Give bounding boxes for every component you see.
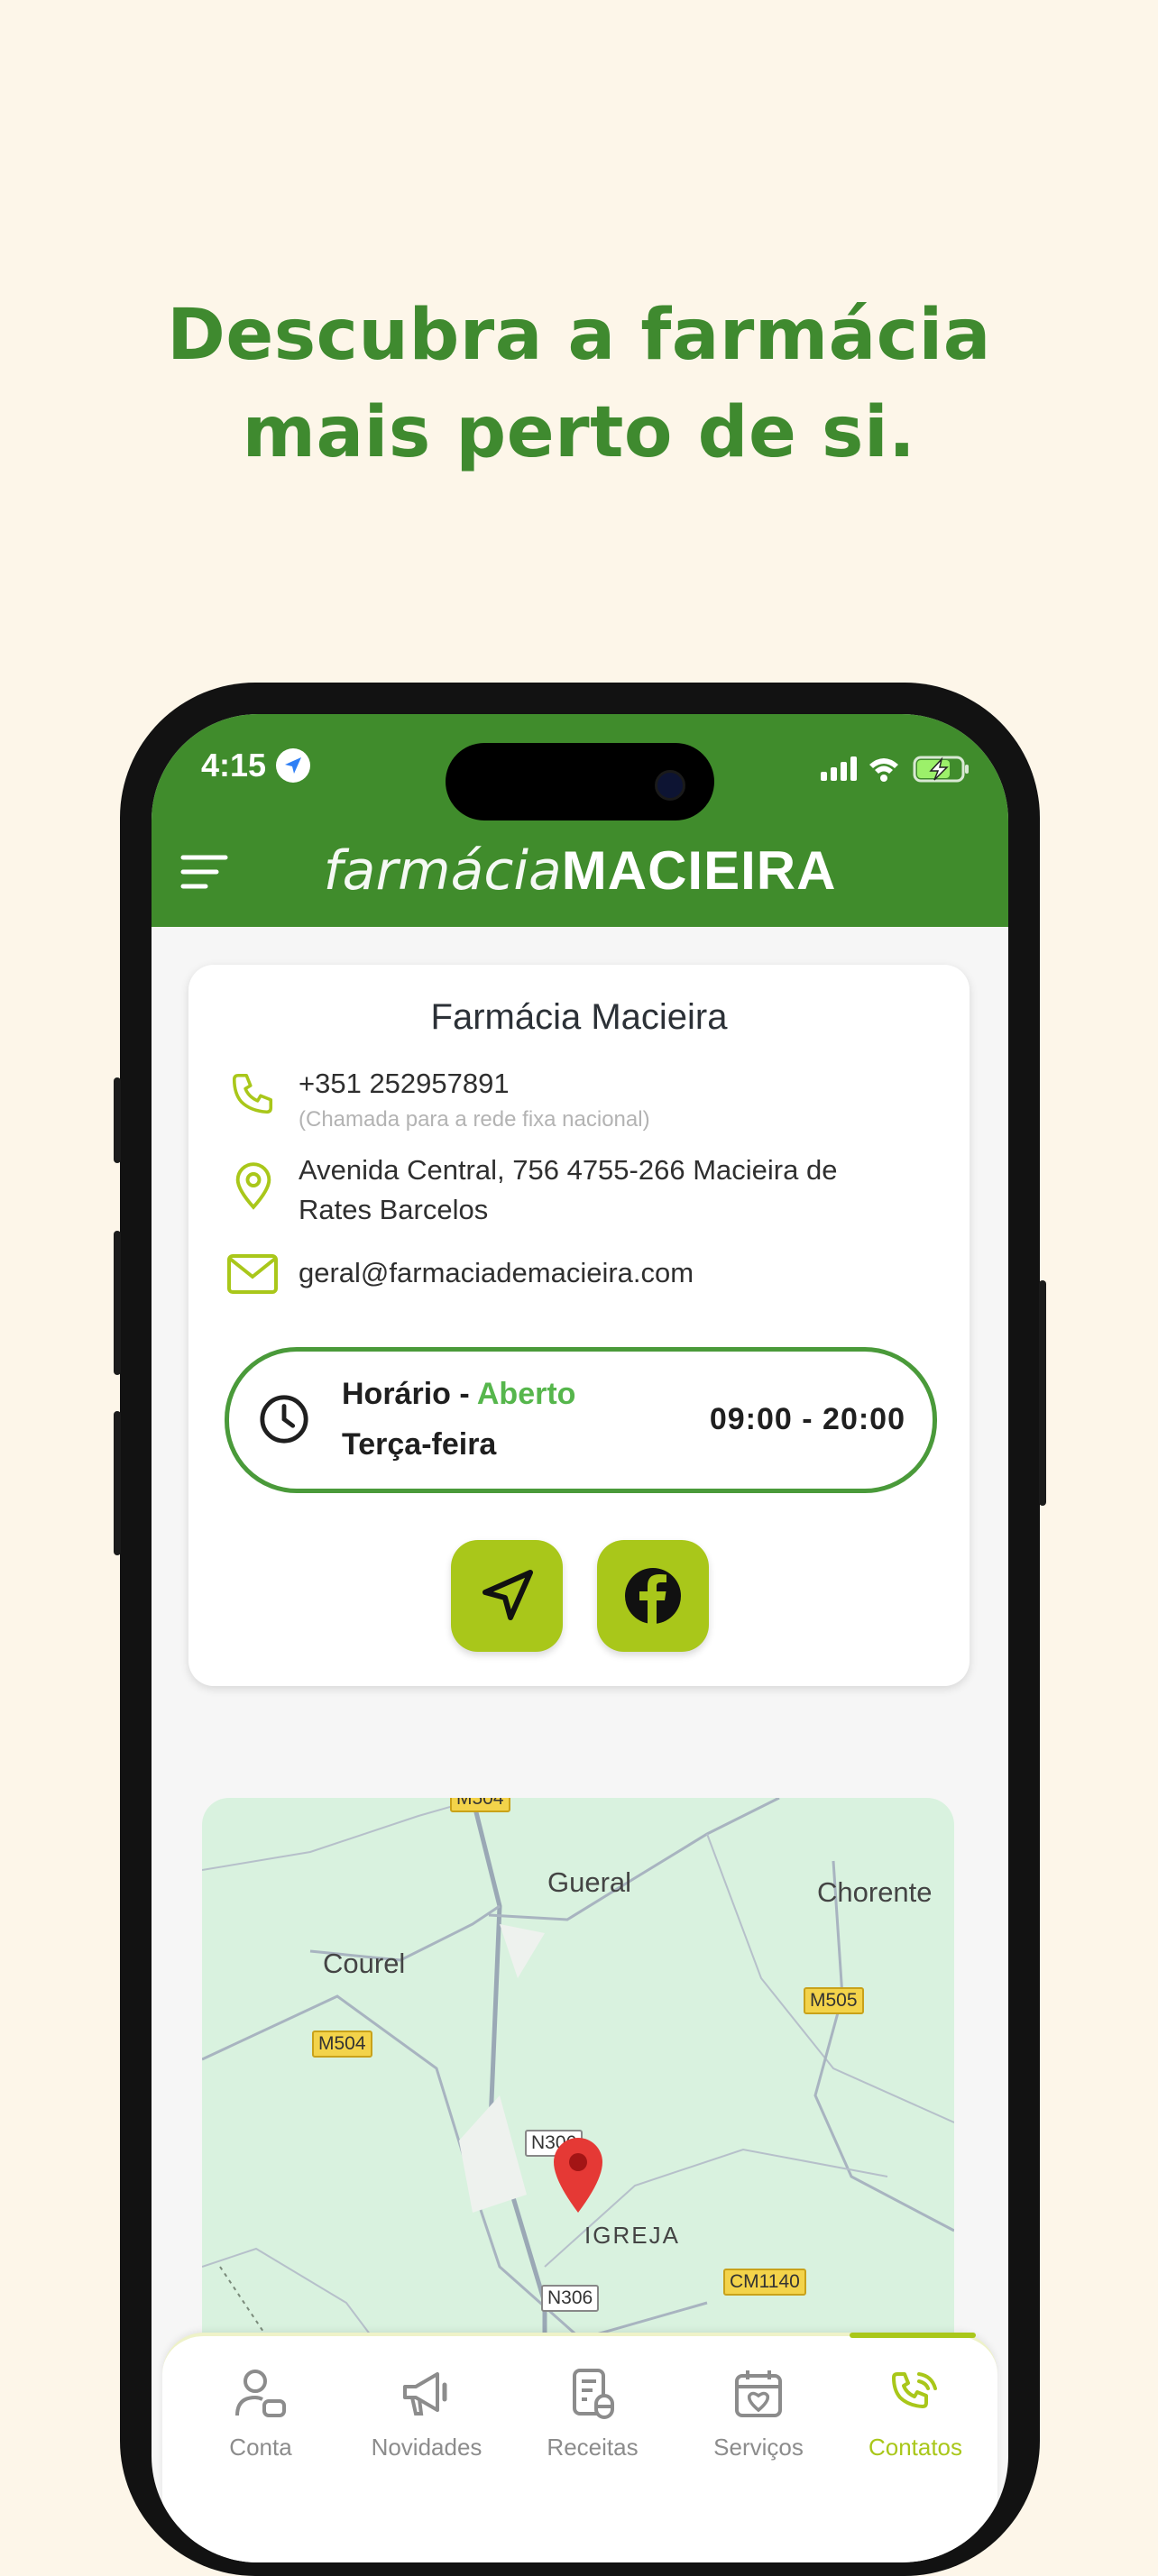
pharmacy-phone[interactable]: +351 252957891 — [299, 1064, 510, 1104]
hours-day: Terça-feira — [342, 1427, 497, 1462]
location-arrow-icon — [276, 748, 310, 783]
hours-label: Horário - Aberto — [342, 1377, 575, 1412]
app-header: 4:15 farmáciaMACIEIRA — [152, 714, 1008, 927]
road-tag-m504-left: M504 — [312, 2031, 372, 2058]
location-pin-icon — [230, 1160, 277, 1215]
brand-logo: farmáciaMACIEIRA — [152, 839, 1008, 903]
tab-servicos[interactable]: Serviços — [682, 2367, 835, 2461]
road-tag-n306-bottom: N306 — [541, 2285, 600, 2312]
app-screen: 4:15 farmáciaMACIEIRA Farmácia Macieira … — [152, 714, 1008, 2562]
headline-line-2: mais perto de si. — [242, 392, 916, 473]
phone-side-button — [114, 1077, 121, 1163]
wifi-icon — [869, 758, 898, 782]
hours-label-text: Horário - — [342, 1377, 477, 1411]
megaphone-icon — [403, 2372, 447, 2416]
navigation-arrow-icon — [482, 1570, 533, 1620]
map-label-chorente: Chorente — [817, 1876, 933, 1908]
status-time: 4:15 — [201, 747, 267, 784]
map-view[interactable]: Gueral Chorente Courel IGREJA M504 M505 … — [202, 1798, 954, 2375]
map-pin-icon[interactable] — [548, 2133, 608, 2218]
directions-button[interactable] — [451, 1540, 563, 1652]
headline: Descubra a farmácia mais perto de si. — [0, 287, 1158, 481]
phone-icon[interactable] — [228, 1069, 277, 1122]
mail-icon — [226, 1253, 279, 1298]
address-line-1: Avenida Central, 756 4755-266 Macieira d… — [299, 1154, 838, 1186]
calendar-heart-icon — [735, 2370, 782, 2417]
road-tag-cm1140: CM1140 — [723, 2269, 806, 2296]
tab-receitas[interactable]: Receitas — [516, 2367, 669, 2461]
tab-novidades[interactable]: Novidades — [350, 2367, 503, 2461]
bottom-tab-bar: Conta Novidades Receitas Serviços Contat… — [162, 2333, 997, 2562]
headline-line-1: Descubra a farmácia — [167, 295, 991, 376]
map-label-courel: Courel — [323, 1948, 406, 1979]
active-tab-indicator — [850, 2333, 976, 2338]
pharmacy-address[interactable]: Avenida Central, 756 4755-266 Macieira d… — [299, 1150, 837, 1230]
pharmacy-name: Farmácia Macieira — [430, 997, 728, 1037]
phone-note: (Chamada para a rede fixa nacional) — [299, 1107, 650, 1132]
tab-label-conta: Conta — [229, 2434, 292, 2461]
account-icon — [235, 2370, 286, 2417]
battery-charging-icon — [913, 756, 969, 783]
phone-power-button — [1039, 1280, 1046, 1506]
road-tag-m505: M505 — [804, 1987, 864, 2014]
signal-icon — [821, 756, 857, 781]
open-status: Aberto — [476, 1377, 576, 1411]
tab-label-servicos: Serviços — [713, 2434, 804, 2461]
facebook-button[interactable] — [597, 1540, 709, 1652]
map-label-gueral: Gueral — [547, 1866, 632, 1898]
pharmacy-email[interactable]: geral@farmaciademacieira.com — [299, 1253, 694, 1293]
tab-label-contatos: Contatos — [868, 2434, 963, 2461]
address-line-2: Rates Barcelos — [299, 1194, 489, 1225]
map-label-igreja: IGREJA — [584, 2222, 680, 2249]
status-icons — [821, 754, 974, 790]
tab-label-receitas: Receitas — [547, 2434, 639, 2461]
tab-contatos[interactable]: Contatos — [839, 2367, 992, 2461]
phone-volume-down-button — [114, 1411, 121, 1555]
hours-range: 09:00 - 20:00 — [709, 1402, 905, 1436]
phone-volume-up-button — [114, 1231, 121, 1375]
tab-conta[interactable]: Conta — [184, 2367, 337, 2461]
opening-hours-panel: Horário - Aberto Terça-feira 09:00 - 20:… — [225, 1347, 937, 1493]
phone-ringing-icon — [892, 2372, 937, 2408]
brand-logo-light: farmácia — [323, 839, 562, 903]
facebook-icon — [625, 1568, 681, 1625]
prescription-icon — [573, 2369, 614, 2419]
clock-icon — [258, 1393, 310, 1449]
tab-label-novidades: Novidades — [371, 2434, 482, 2461]
camera-lens — [655, 770, 685, 801]
brand-logo-bold: MACIEIRA — [561, 840, 837, 901]
road-tag-m504-top: M504 — [450, 1798, 510, 1812]
pharmacy-card: Farmácia Macieira +351 252957891 (Chamad… — [188, 965, 970, 1686]
